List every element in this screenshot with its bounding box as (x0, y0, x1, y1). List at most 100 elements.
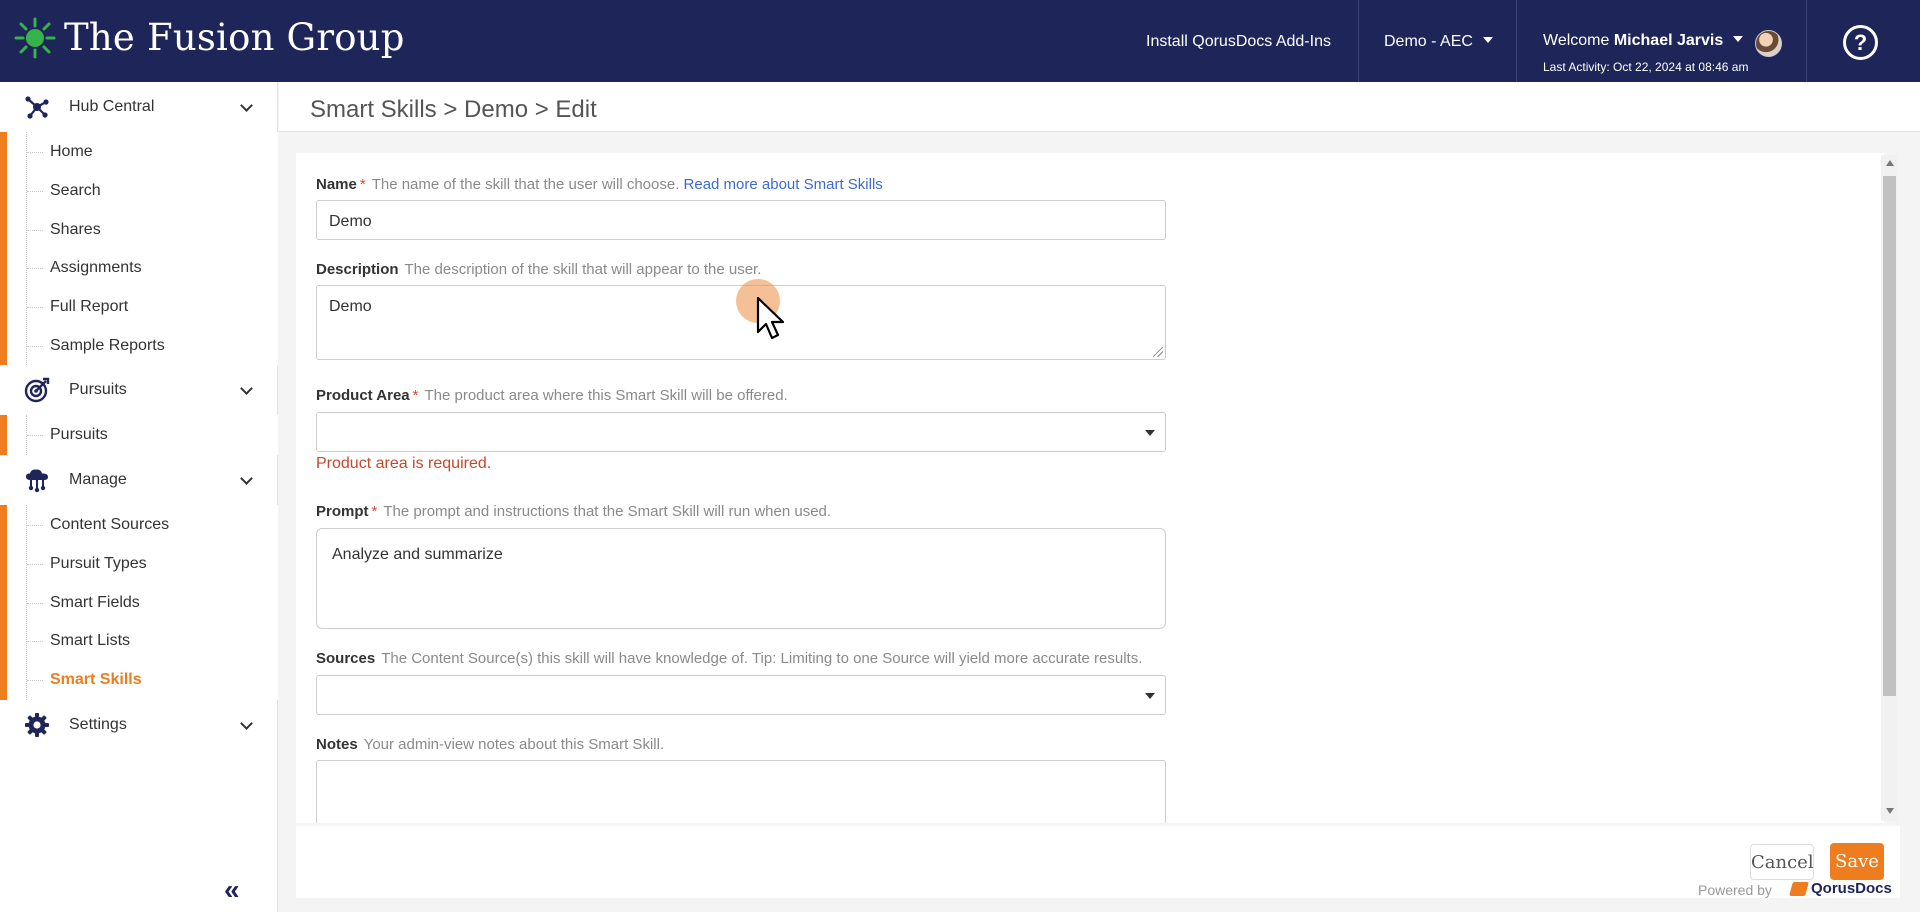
sidebar-item-full-report[interactable]: Full Report (50, 298, 128, 316)
hint-text: Your admin-view notes about this Smart S… (363, 736, 665, 753)
tree-branch (27, 603, 43, 604)
sidebar-item-smart-fields[interactable]: Smart Fields (50, 594, 140, 612)
sidebar-item-sample-reports[interactable]: Sample Reports (50, 337, 165, 355)
scrollbar-thumb[interactable] (1883, 176, 1896, 696)
description-value: Demo (329, 298, 372, 315)
label-text: Sources (316, 650, 376, 667)
breadcrumb: Smart Skills > Demo > Edit (310, 96, 597, 123)
label-text: Description (316, 261, 399, 278)
workspace-dropdown[interactable]: Demo - AEC (1384, 33, 1493, 51)
help-icon[interactable]: ? (1843, 25, 1878, 60)
prompt-field-label: Prompt * The prompt and instructions that … (316, 503, 831, 520)
chevron-down-icon[interactable] (240, 471, 253, 485)
section-label: Manage (69, 471, 127, 488)
vendor-name: QorusDocs (1811, 880, 1892, 897)
notes-field-label: Notes Your admin-view notes about this Sm… (316, 736, 664, 753)
sidebar: Hub Central Home Search Shares Assignmen… (0, 82, 278, 912)
workspace-label: Demo - AEC (1384, 33, 1473, 50)
required-marker: * (371, 503, 378, 520)
user-name: Michael Jarvis (1613, 32, 1724, 49)
hint-text: The description of the skill that will a… (404, 261, 762, 278)
hint-text: The product area where this Smart Skill … (424, 387, 788, 404)
collapse-sidebar-icon[interactable]: « (224, 874, 240, 906)
sidebar-item-content-sources[interactable]: Content Sources (50, 516, 169, 534)
caret-down-icon (1145, 430, 1155, 436)
brand[interactable]: The Fusion Group (14, 16, 405, 59)
avatar[interactable] (1755, 30, 1782, 57)
active-section-bar (0, 415, 7, 455)
powered-by-text: Powered by (1698, 882, 1772, 898)
name-field-label: Name * The name of the skill that the user… (316, 176, 883, 193)
hint-text: The Content Source(s) this skill will ha… (381, 650, 1143, 667)
welcome-text: Welcome (1543, 32, 1610, 49)
notes-textarea[interactable] (316, 760, 1166, 823)
sidebar-item-search[interactable]: Search (50, 182, 101, 200)
section-items-manage: Content Sources Pursuit Types Smart Fiel… (0, 505, 278, 700)
scroll-down-arrow-icon[interactable] (1886, 808, 1894, 814)
label-text: Notes (316, 736, 358, 753)
sidebar-item-assignments[interactable]: Assignments (50, 259, 142, 277)
cancel-button[interactable]: Cancel (1750, 844, 1814, 880)
tree-branch (27, 268, 43, 269)
product-area-field-label: Product Area * The product area where this… (316, 387, 788, 404)
user-menu[interactable]: Welcome Michael Jarvis (1543, 32, 1744, 50)
chevron-down-icon[interactable] (240, 98, 253, 112)
section-label: Settings (69, 716, 127, 733)
sidebar-item-shares[interactable]: Shares (50, 221, 101, 239)
product-area-select[interactable] (316, 412, 1166, 452)
last-activity: Last Activity: Oct 22, 2024 at 08:46 am (1543, 60, 1749, 74)
hub-icon (25, 96, 49, 119)
resize-grip-icon[interactable] (1153, 347, 1163, 357)
read-more-link[interactable]: Read more about Smart Skills (684, 176, 883, 193)
caret-down-icon (1145, 693, 1155, 699)
sidebar-section-manage[interactable]: Manage (0, 455, 278, 505)
form-footer (296, 826, 1900, 898)
sidebar-item-smart-skills[interactable]: Smart Skills (50, 671, 142, 689)
tree-branch (27, 307, 43, 308)
target-icon (24, 377, 50, 403)
label-text: Product Area (316, 387, 410, 404)
sidebar-item-pursuits[interactable]: Pursuits (50, 426, 108, 444)
prompt-textarea[interactable]: Analyze and summarize (316, 528, 1166, 629)
hint-text: The name of the skill that the user will… (371, 176, 680, 193)
sidebar-item-pursuit-types[interactable]: Pursuit Types (50, 555, 147, 573)
active-section-bar (0, 132, 7, 365)
sidebar-section-hub-central[interactable]: Hub Central (0, 82, 278, 132)
qorusdocs-logo-icon (1789, 881, 1809, 896)
qorusdocs-logo: QorusDocs (1789, 880, 1892, 897)
tree-branch (27, 435, 43, 436)
label-text: Prompt (316, 503, 369, 520)
tree-branch (27, 346, 43, 347)
sidebar-section-settings[interactable]: Settings (0, 700, 278, 750)
product-area-error: Product area is required. (316, 455, 492, 472)
tree-branch (27, 191, 43, 192)
required-marker: * (412, 387, 419, 404)
tree-branch (27, 641, 43, 642)
sidebar-section-pursuits[interactable]: Pursuits (0, 365, 278, 415)
divider (1516, 0, 1517, 82)
tree-branch (27, 152, 43, 153)
section-items-pursuits: Pursuits (0, 415, 278, 455)
label-text: Name (316, 176, 357, 193)
brand-name: The Fusion Group (64, 16, 405, 59)
chevron-down-icon[interactable] (240, 381, 253, 395)
sidebar-item-home[interactable]: Home (50, 143, 93, 161)
tree-line (26, 132, 27, 365)
chevron-down-icon[interactable] (240, 716, 253, 730)
tree-branch (27, 525, 43, 526)
caret-down-icon (1733, 36, 1744, 42)
sidebar-item-smart-lists[interactable]: Smart Lists (50, 632, 130, 650)
top-navigation-bar: The Fusion Group Install QorusDocs Add-I… (0, 0, 1920, 82)
scroll-up-arrow-icon[interactable] (1886, 160, 1894, 166)
section-items-hub-central: Home Search Shares Assignments Full Repo… (0, 132, 278, 365)
active-section-bar (0, 505, 7, 700)
section-label: Hub Central (69, 98, 155, 115)
divider (1806, 0, 1807, 82)
name-input[interactable]: Demo (316, 200, 1166, 240)
sources-select[interactable] (316, 675, 1166, 715)
save-button[interactable]: Save (1830, 843, 1884, 880)
install-addins-link[interactable]: Install QorusDocs Add-Ins (1146, 33, 1331, 51)
edit-form-panel (296, 153, 1884, 823)
caret-down-icon (1482, 37, 1493, 43)
tree-branch (27, 230, 43, 231)
